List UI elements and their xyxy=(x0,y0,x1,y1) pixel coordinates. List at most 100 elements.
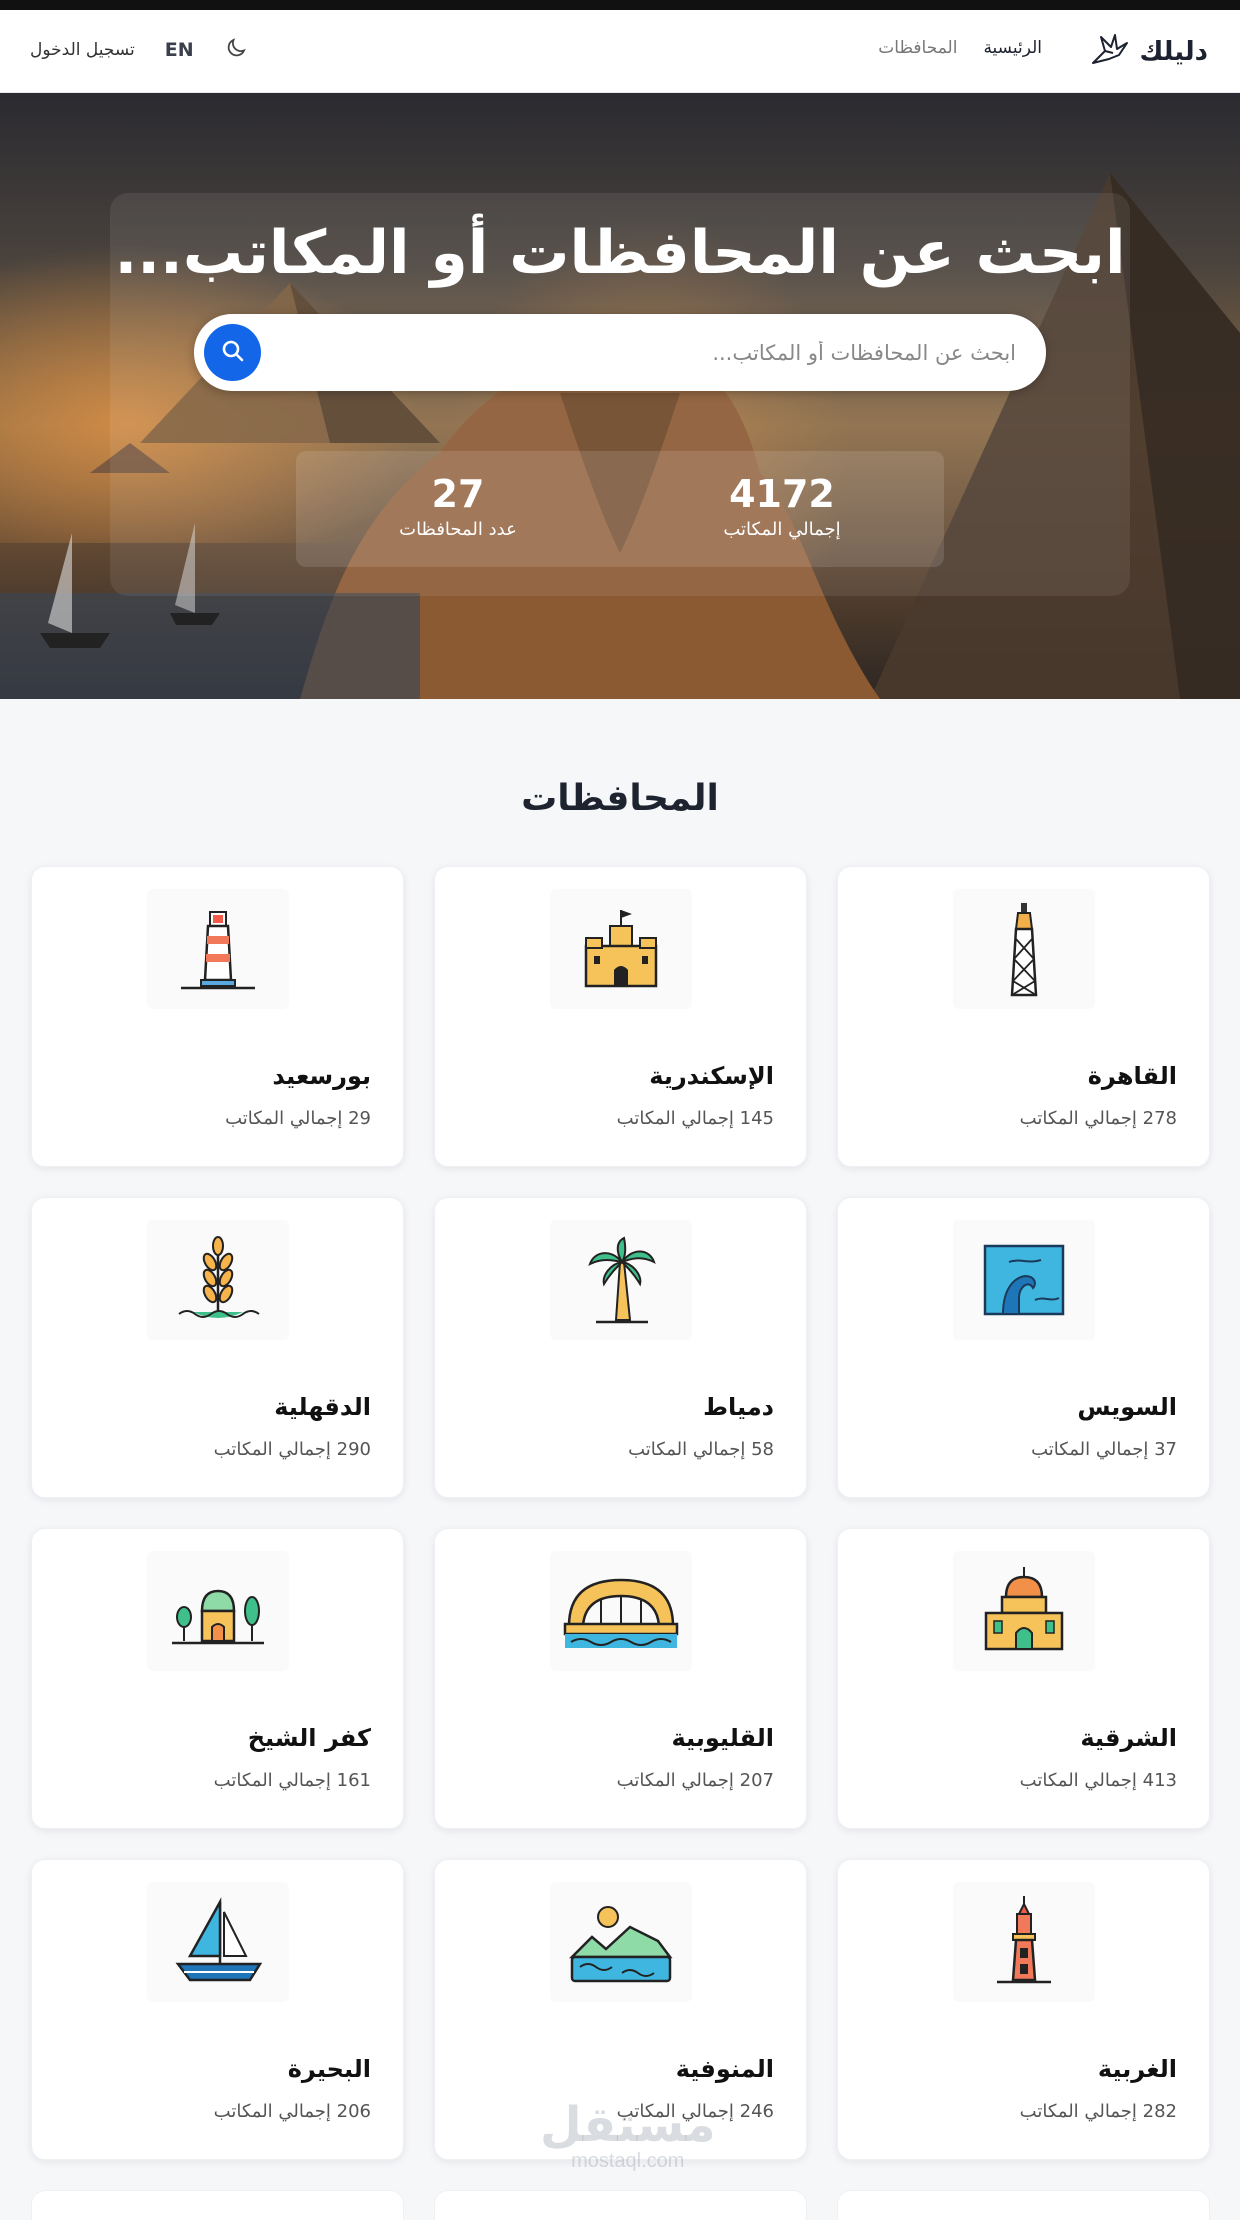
governorate-card[interactable]: الغربية 282 إجمالي المكاتب xyxy=(837,1859,1210,2160)
office-count: 206 إجمالي المكاتب xyxy=(214,2101,371,2122)
governorate-card[interactable]: بورسعيد 29 إجمالي المكاتب xyxy=(31,866,404,1167)
count-value: 206 xyxy=(336,2101,371,2122)
search-input[interactable] xyxy=(316,314,1016,391)
watermark-en: mostaql.com xyxy=(571,2150,685,2172)
governorates-grid: القاهرة 278 إجمالي المكاتب الإسكندرية 14… xyxy=(30,866,1210,2160)
count-value: 290 xyxy=(336,1439,371,1460)
search-button[interactable] xyxy=(204,324,261,381)
nav-link-governorates[interactable]: المحافظات xyxy=(878,38,957,58)
governorate-name: كفر الشيخ xyxy=(247,1724,371,1752)
governorate-name: السويس xyxy=(1077,1393,1177,1421)
count-label: إجمالي المكاتب xyxy=(616,1770,734,1791)
count-label: إجمالي المكاتب xyxy=(213,1439,331,1460)
governorate-name: البحيرة xyxy=(287,2055,371,2083)
watermark-ar: مستقل xyxy=(540,2097,716,2153)
lighthouse-icon xyxy=(146,889,289,1009)
cairo-tower-icon xyxy=(952,889,1095,1009)
minaret-icon xyxy=(952,1882,1095,2002)
landscape-icon xyxy=(549,1882,692,2002)
shrine-trees-icon xyxy=(146,1551,289,1671)
office-count: 37 إجمالي المكاتب xyxy=(1031,1439,1177,1460)
watermark: مستقل mostaql.com xyxy=(540,2100,716,2173)
stat-total-offices: 4172 إجمالي المكاتب xyxy=(620,451,944,567)
count-label: إجمالي المكاتب xyxy=(1019,1770,1137,1791)
office-count: 207 إجمالي المكاتب xyxy=(617,1770,774,1791)
stat-value: 4172 xyxy=(729,472,835,516)
governorate-name: المنوفية xyxy=(675,2055,774,2083)
stat-label: عدد المحافظات xyxy=(399,519,517,540)
governorate-card[interactable]: الإسكندرية 145 إجمالي المكاتب xyxy=(434,866,807,1167)
count-label: إجمالي المكاتب xyxy=(213,1770,331,1791)
brand-logo[interactable]: دليلك xyxy=(1091,32,1208,72)
search-bar xyxy=(194,314,1046,391)
office-count: 58 إجمالي المكاتب xyxy=(628,1439,774,1460)
count-value: 161 xyxy=(336,1770,371,1791)
count-value: 282 xyxy=(1142,2101,1177,2122)
governorate-name: القاهرة xyxy=(1087,1062,1177,1090)
governorate-card[interactable]: الشرقية 413 إجمالي المكاتب xyxy=(837,1528,1210,1829)
count-label: إجمالي المكاتب xyxy=(1031,1439,1149,1460)
moon-icon[interactable] xyxy=(224,36,248,64)
navbar: دليلك الرئيسية المحافظات تسجيل الدخول EN xyxy=(0,10,1240,93)
citadel-icon xyxy=(549,889,692,1009)
count-label: إجمالي المكاتب xyxy=(213,2101,331,2122)
governorate-name: الشرقية xyxy=(1080,1724,1177,1752)
hero-title: ابحث عن المحافظات أو المكاتب... xyxy=(114,218,1126,288)
palm-tree-icon xyxy=(549,1220,692,1340)
office-count: 413 إجمالي المكاتب xyxy=(1020,1770,1177,1791)
search-icon xyxy=(220,338,246,368)
bridge-icon xyxy=(549,1551,692,1671)
count-value: 207 xyxy=(739,1770,774,1791)
governorate-card-partial[interactable] xyxy=(837,2190,1210,2220)
governorate-name: القليوبية xyxy=(671,1724,774,1752)
nav-actions: تسجيل الدخول EN xyxy=(30,36,248,64)
language-toggle[interactable]: EN xyxy=(165,39,194,61)
governorate-card[interactable]: السويس 37 إجمالي المكاتب xyxy=(837,1197,1210,1498)
count-value: 37 xyxy=(1154,1439,1177,1460)
office-count: 278 إجمالي المكاتب xyxy=(1020,1108,1177,1129)
nav-links: الرئيسية المحافظات xyxy=(878,38,1042,58)
count-label: إجمالي المكاتب xyxy=(225,1108,343,1129)
governorate-card[interactable]: القليوبية 207 إجمالي المكاتب xyxy=(434,1528,807,1829)
stat-value: 27 xyxy=(431,472,485,516)
wheat-icon xyxy=(146,1220,289,1340)
count-label: إجمالي المكاتب xyxy=(1019,2101,1137,2122)
office-count: 161 إجمالي المكاتب xyxy=(214,1770,371,1791)
count-value: 58 xyxy=(751,1439,774,1460)
stat-governorates-count: 27 عدد المحافظات xyxy=(296,451,620,567)
bird-logo-icon xyxy=(1091,33,1129,71)
count-label: إجمالي المكاتب xyxy=(616,1108,734,1129)
governorate-card-partial[interactable] xyxy=(434,2190,807,2220)
count-value: 278 xyxy=(1142,1108,1177,1129)
governorate-card[interactable]: الدقهلية 290 إجمالي المكاتب xyxy=(31,1197,404,1498)
section-title: المحافظات xyxy=(521,778,719,819)
governorate-card-partial[interactable] xyxy=(31,2190,404,2220)
login-link[interactable]: تسجيل الدخول xyxy=(30,40,135,60)
stats-panel: 4172 إجمالي المكاتب 27 عدد المحافظات xyxy=(296,451,944,567)
governorate-card[interactable]: دمياط 58 إجمالي المكاتب xyxy=(434,1197,807,1498)
office-count: 145 إجمالي المكاتب xyxy=(617,1108,774,1129)
governorate-card[interactable]: كفر الشيخ 161 إجمالي المكاتب xyxy=(31,1528,404,1829)
governorate-name: دمياط xyxy=(703,1393,774,1421)
canal-wave-icon xyxy=(952,1220,1095,1340)
count-label: إجمالي المكاتب xyxy=(1019,1108,1137,1129)
mosque-icon xyxy=(952,1551,1095,1671)
hero-section: ابحث عن المحافظات أو المكاتب... 4172 إجم… xyxy=(0,93,1240,699)
count-value: 29 xyxy=(348,1108,371,1129)
governorate-name: الدقهلية xyxy=(274,1393,371,1421)
brand-name: دليلك xyxy=(1139,37,1208,67)
office-count: 282 إجمالي المكاتب xyxy=(1020,2101,1177,2122)
governorate-card[interactable]: القاهرة 278 إجمالي المكاتب xyxy=(837,866,1210,1167)
nav-link-home[interactable]: الرئيسية xyxy=(983,38,1042,58)
governorate-name: الغربية xyxy=(1097,2055,1177,2083)
sailboat-icon xyxy=(146,1882,289,2002)
governorate-name: بورسعيد xyxy=(272,1062,371,1090)
count-label: إجمالي المكاتب xyxy=(628,1439,746,1460)
stat-label: إجمالي المكاتب xyxy=(723,519,841,540)
count-value: 246 xyxy=(739,2101,774,2122)
governorate-card[interactable]: البحيرة 206 إجمالي المكاتب xyxy=(31,1859,404,2160)
office-count: 29 إجمالي المكاتب xyxy=(225,1108,371,1129)
count-value: 413 xyxy=(1142,1770,1177,1791)
office-count: 290 إجمالي المكاتب xyxy=(214,1439,371,1460)
top-strip xyxy=(0,0,1240,10)
